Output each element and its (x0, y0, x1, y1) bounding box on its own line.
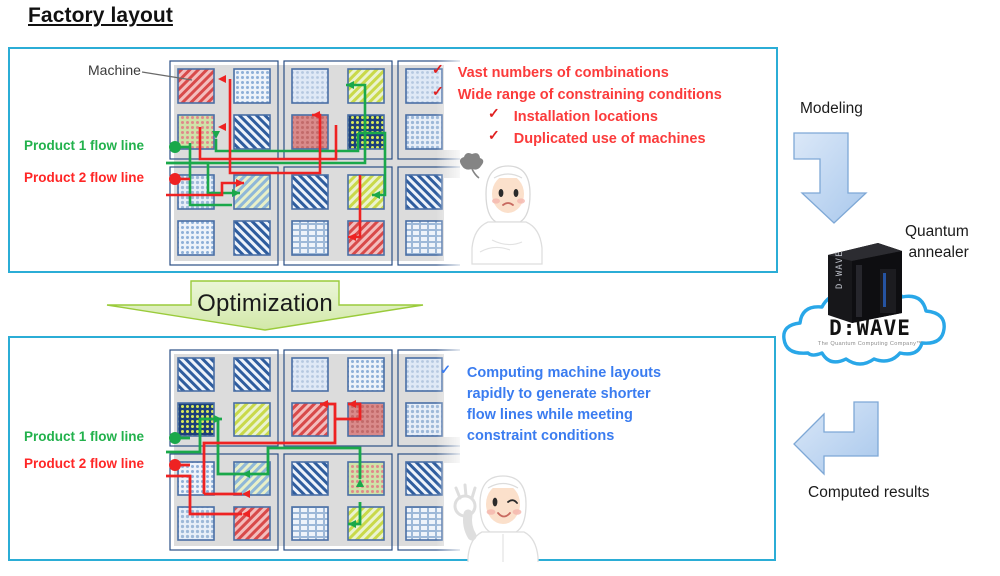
result-bullet-line: Computing machine layouts (466, 365, 662, 381)
flow-line-1-marker-bottom (169, 432, 190, 444)
flow-line-1-marker-top (169, 141, 190, 153)
dwave-wordmark: D:WAVE (829, 316, 911, 340)
optimization-arrow (106, 280, 424, 331)
annealer-label-line1: Quantum (905, 223, 969, 240)
check-icon: ✓ (432, 83, 444, 100)
result-bullet-line: constraint conditions (466, 428, 615, 445)
computed-results-arrow-icon (793, 401, 879, 476)
result-bullet-0: ✓ Computing machine layouts rapidly to g… (440, 363, 661, 448)
problem-bullet-3: ✓ Duplicated use of machines (488, 128, 722, 150)
problem-bullet-1: ✓ Wide range of constraining conditions (432, 84, 722, 106)
flow-line-1-label-top: Product 1 flow line (24, 138, 145, 153)
dwave-machine-image: D-WAVE (828, 243, 902, 323)
check-icon: ✓ (432, 61, 444, 77)
flow-line-2-marker-bottom (169, 459, 190, 471)
svg-text:D-WAVE: D-WAVE (835, 250, 845, 289)
machine-grid-before (164, 55, 460, 270)
worried-worker-illustration (459, 153, 543, 265)
modeling-arrow-icon (793, 132, 868, 224)
quantum-annealer-label: Quantum annealer (905, 222, 969, 264)
result-bullet-line: flow lines while meeting (466, 407, 633, 424)
result-bullet-line: rapidly to generate shorter (466, 386, 651, 403)
machine-label: Machine (88, 62, 141, 78)
problem-bullet-2: ✓ Installation locations (488, 106, 722, 128)
problem-bullet-0: ✓ Vast numbers of combinations (432, 62, 722, 84)
modeling-label: Modeling (800, 100, 863, 117)
computed-results-label: Computed results (808, 484, 930, 501)
problem-bullet-list: ✓ Vast numbers of combinations ✓ Wide ra… (432, 62, 722, 150)
check-icon: ✓ (440, 362, 451, 377)
page-title: Factory layout (28, 4, 173, 27)
check-icon: ✓ (488, 105, 500, 122)
dwave-tagline: The Quantum Computing Company™ (817, 341, 923, 347)
machine-callout-line (141, 71, 193, 81)
problem-bullet-text: Duplicated use of machines (513, 131, 706, 148)
flow-line-2-label-bottom: Product 2 flow line (24, 456, 145, 471)
result-bullet-list: ✓ Computing machine layouts rapidly to g… (440, 363, 661, 448)
result-bullet-text: Computing machine layouts rapidly to gen… (467, 363, 661, 448)
problem-bullet-text: Wide range of constraining conditions (457, 87, 722, 104)
flow-line-1-label-bottom: Product 1 flow line (24, 429, 145, 444)
problem-bullet-text: Vast numbers of combinations (457, 65, 669, 81)
annealer-label-line2: annealer (908, 243, 969, 261)
happy-worker-illustration (453, 475, 539, 562)
check-icon: ✓ (488, 127, 500, 144)
flow-line-2-marker-top (169, 173, 190, 185)
flow-line-2-label-top: Product 2 flow line (24, 170, 145, 185)
machine-grid-after (164, 344, 460, 556)
dwave-logo: D:WAVE The Quantum Computing Company™ (800, 318, 940, 352)
problem-bullet-text: Installation locations (513, 109, 658, 126)
